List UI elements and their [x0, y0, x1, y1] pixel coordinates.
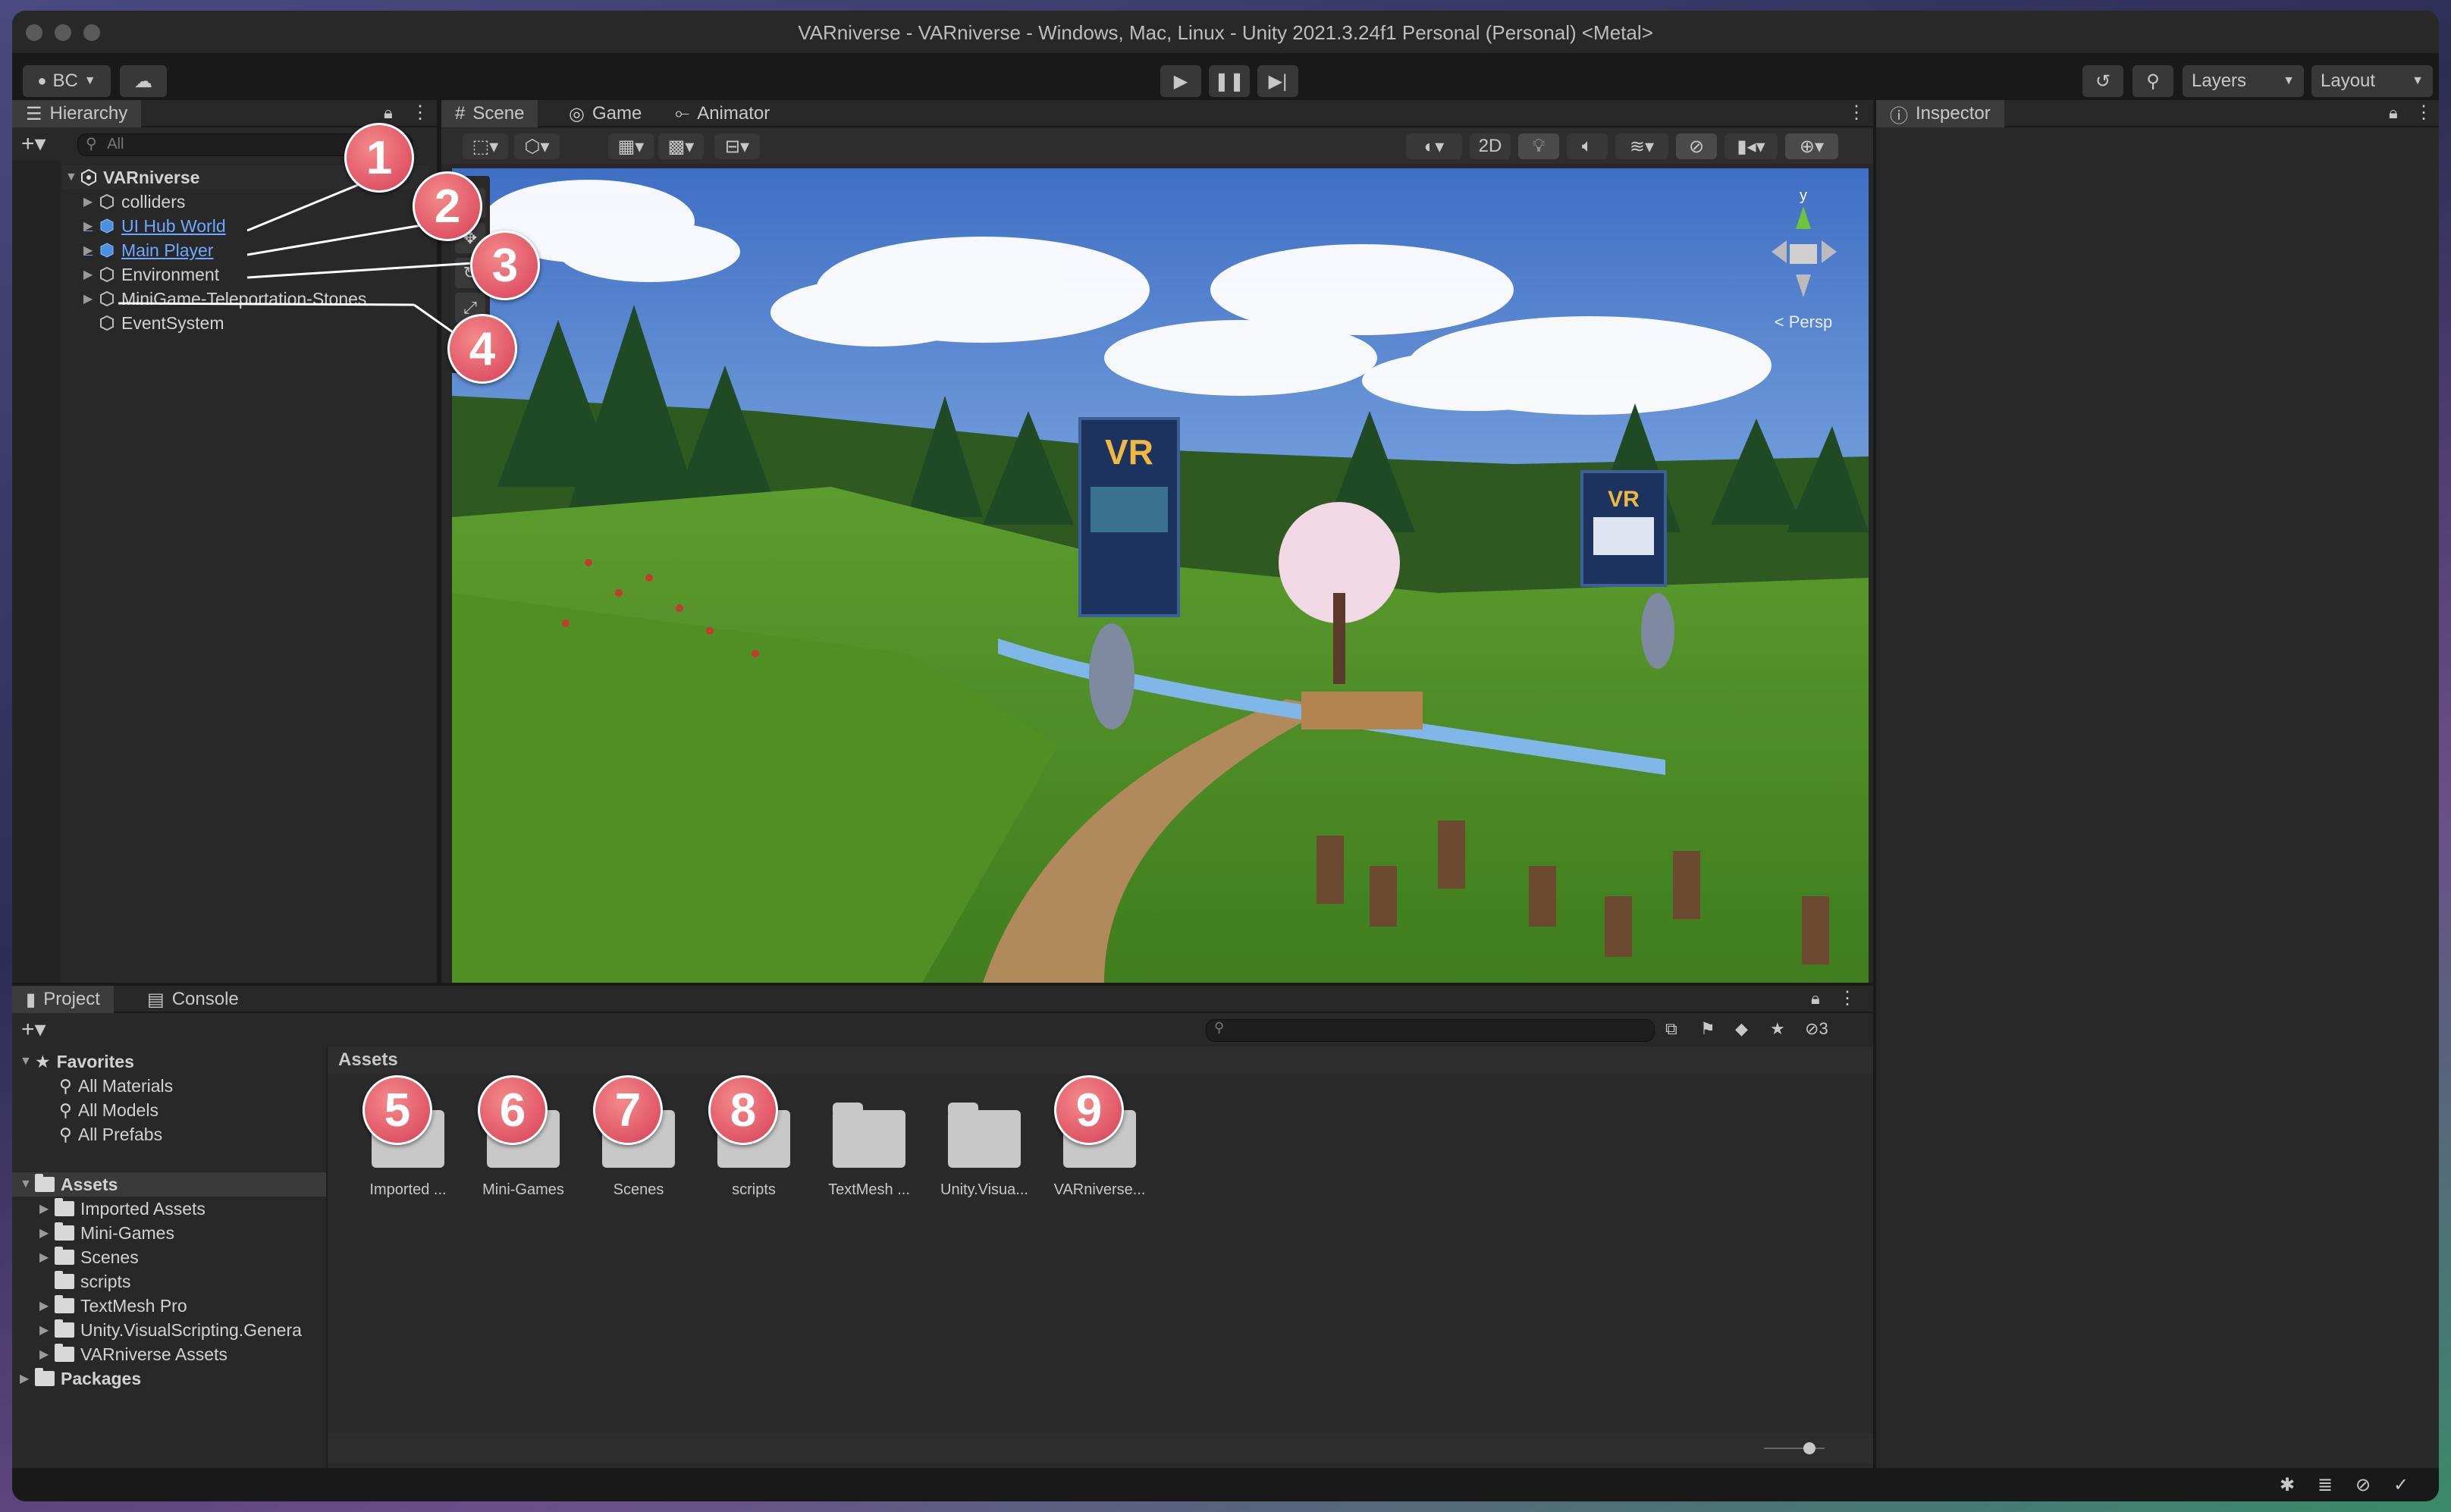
- annotation-badge-7: 7: [593, 1075, 663, 1145]
- annotation-badge-4: 4: [447, 314, 517, 384]
- annotation-badge-6: 6: [478, 1075, 548, 1145]
- unity-editor-window: VARniverse - VARniverse - Windows, Mac, …: [12, 11, 2439, 1501]
- annotation-badge-8: 8: [708, 1075, 778, 1145]
- annotation-badge-5: 5: [362, 1075, 432, 1145]
- annotation-badge-2: 2: [413, 171, 482, 241]
- annotation-badge-9: 9: [1054, 1075, 1124, 1145]
- annotation-badge-1: 1: [344, 123, 414, 193]
- annotation-badge-3: 3: [470, 231, 540, 300]
- callout-lines: [118, 176, 486, 343]
